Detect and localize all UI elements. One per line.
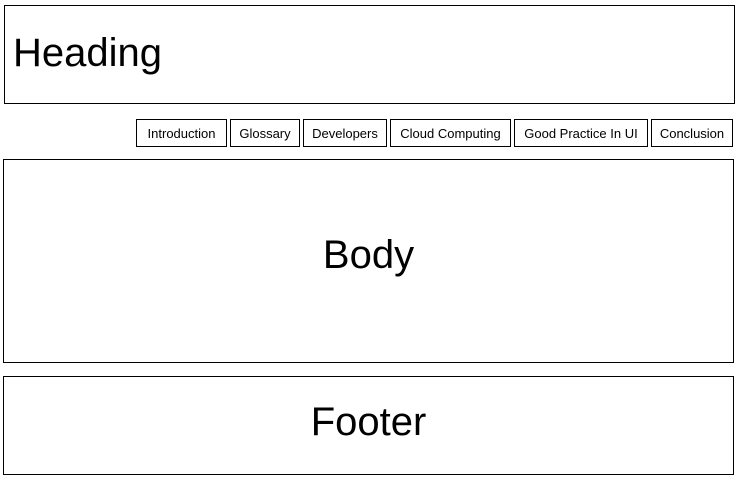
nav-item-good-practice-in-ui[interactable]: Good Practice In UI — [514, 119, 648, 147]
nav-item-conclusion[interactable]: Conclusion — [651, 119, 733, 147]
nav-item-developers[interactable]: Developers — [303, 119, 387, 147]
nav-item-glossary[interactable]: Glossary — [230, 119, 300, 147]
heading-section: Heading — [4, 5, 735, 104]
footer-section: Footer — [3, 376, 734, 475]
heading-title: Heading — [13, 31, 163, 75]
nav-bar: Introduction Glossary Developers Cloud C… — [136, 119, 733, 147]
nav-item-cloud-computing[interactable]: Cloud Computing — [390, 119, 511, 147]
footer-label: Footer — [310, 399, 427, 444]
body-label: Body — [322, 233, 415, 277]
body-section: Body — [3, 159, 734, 363]
nav-item-introduction[interactable]: Introduction — [136, 119, 227, 147]
